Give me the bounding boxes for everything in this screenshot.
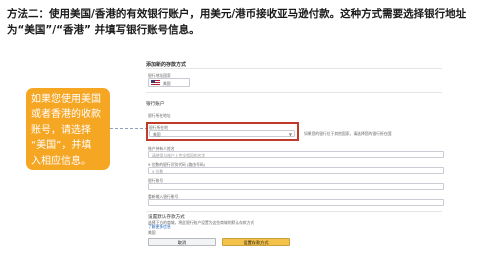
cancel-button[interactable]: 取消 <box>148 238 216 246</box>
routing-input[interactable]: 9 位数 <box>148 167 444 174</box>
us-flag-icon <box>151 80 160 86</box>
callout-box: 如果您使用美国 或者香港的收款 账号，请选择 “美国”，并填 入相应信息。 <box>26 88 110 170</box>
heading-line-2: 为“美国”/“香港” 并填写银行账号信息。 <box>7 24 200 36</box>
callout-line: “美国”，并填 <box>31 140 92 152</box>
set-deposit-method-button[interactable]: 设置存款方式 <box>222 238 290 246</box>
account-holder-input[interactable]: 请使用与账户上完全相同的名字 <box>148 151 444 158</box>
callout-connector <box>110 128 148 129</box>
divider <box>146 92 442 93</box>
callout-line: 入相应信息。 <box>31 155 91 167</box>
instruction-heading: 方法二：使用美国/香港的有效银行账户，用美元/港币接收亚马逊付款。这种方式需要选… <box>7 6 477 38</box>
reenter-account-input[interactable] <box>148 199 444 206</box>
country-select-value: 美国 <box>163 81 171 86</box>
account-number-input[interactable] <box>148 183 444 190</box>
callout-line: 如果您使用美国 <box>31 94 101 105</box>
callout-line: 或者香港的收款 <box>31 109 101 121</box>
bank-location-label: 银行所在地址 <box>148 113 171 118</box>
bank-location-hint: 如果您的银行位于其他国家，请选择您的银行所在国家 <box>304 131 392 136</box>
divider <box>146 68 442 69</box>
highlight-box <box>146 122 299 141</box>
divider <box>146 211 442 212</box>
deposit-form: 添加新的存款方式 银行地址国家 美国 银行账户 银行所在地址 银行所在地 美国 … <box>144 56 448 262</box>
form-title: 添加新的存款方式 <box>146 62 187 68</box>
heading-line-1: 方法二：使用美国/香港的有效银行账户，用美元/港币接收亚马逊付款。这种方式需要选… <box>7 8 467 20</box>
country-select[interactable]: 美国 <box>148 78 190 87</box>
section-bank-account: 银行账户 <box>146 102 165 107</box>
account-holder-placeholder: 请使用与账户上完全相同的名字 <box>152 153 206 158</box>
routing-placeholder: 9 位数 <box>152 169 164 174</box>
market-label: 美国 <box>148 230 156 235</box>
callout-line: 账号，请选择 <box>31 124 91 136</box>
